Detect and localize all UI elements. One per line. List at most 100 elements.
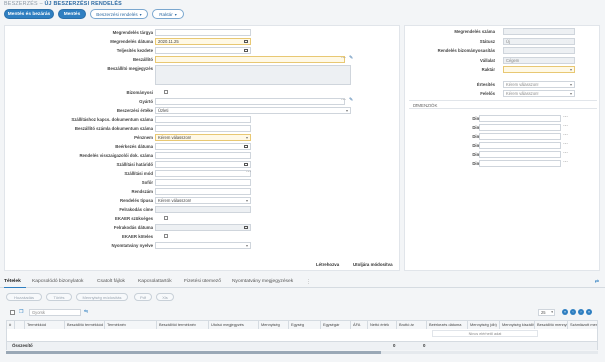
confirmation-no-field[interactable] [155,152,251,159]
prev-page-icon[interactable]: ‹ [570,309,576,315]
edit-icon[interactable]: ✎ [349,97,353,104]
supplier-field[interactable] [155,56,345,63]
dimension-6-field[interactable] [479,160,561,167]
lookup-icon[interactable]: … [563,122,568,129]
column-header[interactable]: Egység [289,321,321,329]
supplier-invoice-field[interactable] [155,125,251,132]
tab-print-notes[interactable]: Nyomtatvány megjegyzések [232,279,293,284]
refresh-icon[interactable]: ⇄ [595,279,599,285]
delivery-doc-field[interactable] [155,116,251,123]
column-header[interactable]: Nettó érték [368,321,397,329]
column-header[interactable]: Utolsó megjegyzés [209,321,259,329]
dimensions-section-header[interactable]: DIMENZIÓK ⌃ [409,100,597,109]
delivery-deadline-label: Szállítási határidő [116,162,153,167]
lookup-icon[interactable]: … [563,149,568,156]
dimension-2-field[interactable] [479,124,561,131]
column-header[interactable]: Terméknév [105,321,157,329]
tab-contacts[interactable]: Kapcsolattartók [138,279,172,284]
calendar-icon[interactable] [244,40,248,43]
lookup-icon[interactable]: … [563,113,568,120]
pdf-export-button[interactable]: Pdf [134,293,152,301]
lookup-icon[interactable]: … [563,140,568,147]
responsible-select[interactable]: Kérem válasszon! ▾ [503,90,575,97]
purchase-value-select[interactable]: Üzleti ▾ [155,107,351,114]
tab-payment-scheduler[interactable]: Fizetési ütemező [184,279,221,284]
add-item-button[interactable]: Hozzáadás [6,293,42,301]
column-header[interactable]: ÁFA [351,321,368,329]
column-header[interactable]: Beszállító termékkód [65,321,105,329]
column-header[interactable]: # [7,321,15,329]
warehouse-select[interactable]: ▾ [503,66,575,73]
column-header[interactable]: Mennyiség kiszállítva [500,321,535,329]
grid-search-input[interactable]: Gyorsk [29,309,81,316]
xls-export-button[interactable]: Xls [156,293,174,301]
column-header[interactable]: Mennyiség (db) [468,321,500,329]
save-button[interactable]: Mentés [58,9,86,19]
column-header[interactable]: Mennyiség [259,321,289,329]
consignment-checkbox[interactable] [164,90,168,94]
edit-icon[interactable]: ✎ [349,55,353,62]
page-size-select[interactable]: 25 ▾ [538,309,555,316]
calendar-icon[interactable] [244,49,248,52]
license-plate-field[interactable] [155,188,251,195]
next-page-icon[interactable]: › [578,309,584,315]
notified-select[interactable]: Kérem válasszon! ▾ [503,81,575,88]
receipt-date-field[interactable] [155,143,251,150]
tab-related-documents[interactable]: Kapcsolódó bizonylatok [32,279,83,284]
created-by-link[interactable]: Létrehozva [316,262,339,267]
more-tabs-icon[interactable]: ⋮ [306,279,311,285]
order-date-field[interactable]: 2020.11.25 [155,38,251,45]
order-type-select[interactable]: Kérem válasszon! ▾ [155,197,251,204]
filter-icon[interactable]: ⇋ [84,309,88,315]
ekaer-mandatory-checkbox[interactable] [164,234,168,238]
currency-select[interactable]: Kérem válasszon! ▾ [155,134,251,141]
column-header[interactable]: Beszállító mennyiség [535,321,568,329]
no-data-message: Nincs elérhető adat [432,330,538,337]
lookup-icon[interactable]: … [563,158,568,165]
driver-field[interactable] [155,179,251,186]
supplier-lookup-icon[interactable]: … [341,54,346,61]
copy-icon[interactable]: ❐ [19,309,23,315]
supplier-note-textarea[interactable] [155,65,351,85]
unload-address-field[interactable] [155,206,251,213]
subject-field[interactable] [155,29,251,36]
first-page-icon[interactable]: « [562,309,568,315]
dimension-1-field[interactable] [479,115,561,122]
last-page-icon[interactable]: » [586,309,592,315]
lookup-icon[interactable]: … [563,131,568,138]
delivery-deadline-field[interactable] [155,161,251,168]
delivery-mode-field[interactable] [155,170,251,177]
column-header[interactable]: Beérkezés dátuma [427,321,468,329]
modify-quantity-button[interactable]: Mennyiség módosítás [76,293,128,301]
tab-attached-files[interactable]: Csatolt fájlok [97,279,125,284]
calendar-icon[interactable] [244,163,248,166]
save-and-close-button[interactable]: Mentés és bezárás [4,9,54,19]
delete-item-button[interactable]: Törlés [46,293,72,301]
column-header[interactable]: Egységár [321,321,351,329]
dimension-5-field[interactable] [479,151,561,158]
ekaer-required-checkbox[interactable] [164,216,168,220]
grid-horizontal-scrollbar[interactable] [6,351,598,354]
unload-date-field[interactable] [155,224,251,231]
delivery-mode-lookup-icon[interactable]: … [246,168,251,175]
scrollbar-thumb[interactable] [6,351,381,354]
tab-items[interactable]: Tételek [4,279,21,284]
calendar-icon[interactable] [244,226,248,229]
column-header[interactable]: Bruttó ár [397,321,427,329]
print-language-select[interactable]: ▾ [155,242,251,249]
completion-date-field[interactable] [155,47,251,54]
last-modified-link[interactable]: Utoljára módosítva [353,262,393,267]
dimension-4-field[interactable] [479,142,561,149]
manufacturer-lookup-icon[interactable]: … [341,96,346,103]
warehouse-dropdown-button[interactable]: Raktár ▾ [152,9,184,19]
dimension-3-field[interactable] [479,133,561,140]
column-header[interactable]: Számlázott mennyiség [568,321,598,329]
calendar-icon[interactable] [244,145,248,148]
breadcrumb[interactable]: BESZERZÉS [4,1,38,7]
select-all-checkbox[interactable] [10,310,15,315]
column-header[interactable]: Termékkód [25,321,65,329]
manufacturer-field[interactable] [155,98,345,105]
order-types-dropdown-button[interactable]: Beszerzési rendelés ▾ [90,9,148,19]
column-header[interactable]: Beszállítói terméknév [157,321,209,329]
unload-address-label: Felrakodás címe [119,207,153,212]
